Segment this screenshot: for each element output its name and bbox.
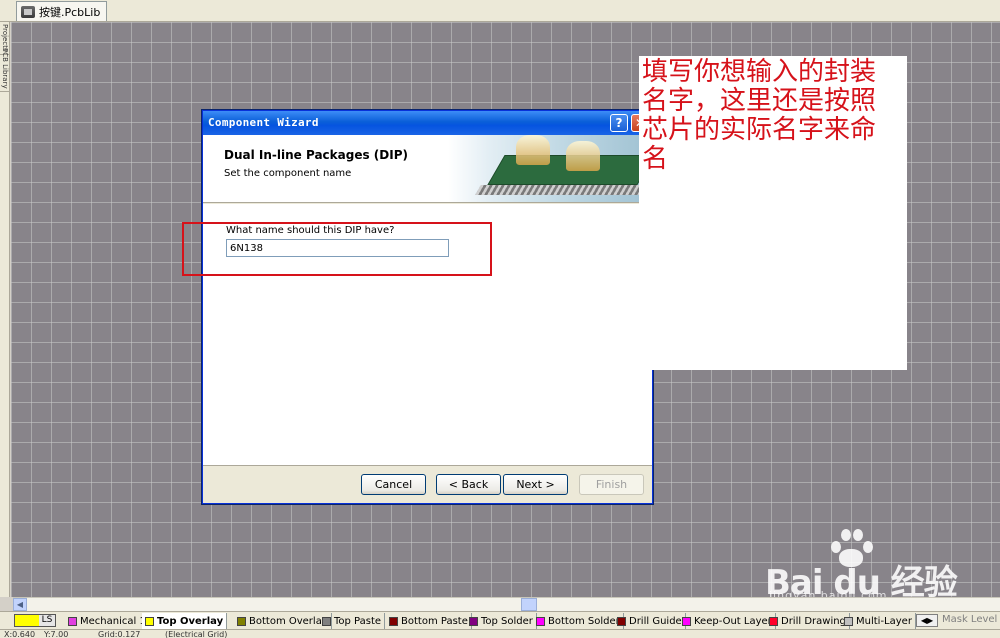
scroll-left-icon[interactable]: ◀ xyxy=(13,598,27,611)
dialog-title: Component Wizard xyxy=(208,116,319,129)
layer-color-swatch xyxy=(68,616,77,626)
layer-color-swatch xyxy=(389,616,398,626)
finish-button: Finish xyxy=(579,474,644,495)
annotation-text: 填写你想输入的封装名字，这里还是按照芯片的实际名字来命名 xyxy=(642,57,877,174)
layer-color-swatch xyxy=(322,616,331,626)
layer-tab-label: Top Paste xyxy=(334,615,382,627)
wizard-header: Dual In-line Packages (DIP) Set the comp… xyxy=(203,135,652,203)
component-wizard-dialog: Component Wizard ? ✕ Dual In-line Packag… xyxy=(202,110,653,504)
layer-tab[interactable]: Drill Guide xyxy=(614,613,686,629)
layer-tab-label: Bottom Paste xyxy=(401,615,468,627)
layer-tab[interactable]: Top Solder xyxy=(466,613,537,629)
layer-color-swatch xyxy=(237,616,246,626)
mask-level-button[interactable]: Mask Level xyxy=(942,614,997,625)
layer-tab-label: Top Solder xyxy=(481,615,533,627)
layer-tab-bar: LS Mechanical 1 Top Overlay Bottom Overlay… xyxy=(0,611,1000,629)
status-grid: Grid:0.127 xyxy=(98,630,141,638)
document-tab-bar: 按键.PcbLib xyxy=(0,0,1000,22)
layer-tab[interactable]: Top Overlay xyxy=(142,613,228,629)
layer-set-selector[interactable]: LS xyxy=(14,614,56,627)
status-x: X:0.640 xyxy=(4,630,36,638)
dip-chip-illustration xyxy=(448,135,652,202)
side-tab-pcb-library[interactable]: PCB Library xyxy=(0,46,10,92)
layer-color-swatch xyxy=(682,616,691,626)
layer-color-swatch xyxy=(769,616,778,626)
layer-color-swatch xyxy=(469,616,478,626)
baidu-watermark: Bai du 经验 jingyan.baidu.com xyxy=(765,525,965,605)
layer-color-swatch xyxy=(536,616,545,626)
dialog-titlebar[interactable]: Component Wizard ? ✕ xyxy=(203,111,652,135)
light-beam-graphic xyxy=(516,135,550,165)
help-button[interactable]: ? xyxy=(610,114,628,132)
layer-tab[interactable]: Mechanical 1 xyxy=(65,613,150,629)
status-bar: X:0.640 Y:7.00 Grid:0.127 (Electrical Gr… xyxy=(0,629,1000,638)
horizontal-scrollbar[interactable]: ◀ xyxy=(13,597,1000,611)
layer-color-swatch xyxy=(145,616,154,626)
cancel-button[interactable]: Cancel xyxy=(361,474,426,495)
annotation-box: 填写你想输入的封装名字，这里还是按照芯片的实际名字来命名 xyxy=(639,56,907,370)
document-tab-label: 按键.PcbLib xyxy=(39,5,101,19)
red-highlight-box xyxy=(182,222,492,276)
layer-tab-label: Drill Drawing xyxy=(781,615,846,627)
layer-tab-label: Bottom Overlay xyxy=(249,615,328,627)
layer-tab[interactable]: Bottom Overlay xyxy=(234,613,332,629)
next-button[interactable]: Next > xyxy=(503,474,568,495)
back-button[interactable]: < Back xyxy=(436,474,501,495)
layer-tab[interactable]: Keep-Out Layer xyxy=(679,613,776,629)
layer-tab[interactable]: Drill Drawing xyxy=(766,613,850,629)
chip-leads-graphic xyxy=(475,185,651,195)
layer-set-label: LS xyxy=(39,615,55,626)
scroll-thumb[interactable] xyxy=(521,598,537,611)
layer-tab-label: Bottom Solder xyxy=(548,615,620,627)
layer-scroll-arrows-icon[interactable]: ◀▶ xyxy=(916,614,938,627)
layer-tab-label: Drill Guide xyxy=(629,615,682,627)
layer-tab[interactable]: Bottom Paste xyxy=(386,613,472,629)
layer-tab[interactable]: Bottom Solder xyxy=(533,613,624,629)
document-tab[interactable]: 按键.PcbLib xyxy=(16,1,108,21)
pcb-library-icon xyxy=(21,5,35,18)
light-beam-graphic xyxy=(566,141,600,171)
side-panel-tabs: Projects PCB Library xyxy=(0,22,10,597)
layer-color-swatch xyxy=(617,616,626,626)
status-snap: (Electrical Grid) xyxy=(165,630,228,638)
wizard-footer: Cancel < Back Next > Finish xyxy=(203,465,652,503)
layer-tab-label: Mechanical 1 xyxy=(80,615,146,627)
layer-tab-label: Keep-Out Layer xyxy=(694,615,772,627)
layer-tab[interactable]: Multi-Layer xyxy=(841,613,916,629)
layer-tab[interactable]: Top Paste xyxy=(319,613,386,629)
layer-color-swatch xyxy=(844,616,853,626)
wizard-step-title: Dual In-line Packages (DIP) xyxy=(224,148,408,162)
pcb-library-editor: 按键.PcbLib Projects PCB Library Component… xyxy=(0,0,1000,638)
status-y: Y:7.00 xyxy=(44,630,69,638)
layer-tab-label: Top Overlay xyxy=(157,615,224,627)
current-layer-swatch xyxy=(15,615,39,626)
wizard-step-subtitle: Set the component name xyxy=(224,168,352,179)
layer-tab-label: Multi-Layer xyxy=(856,615,912,627)
